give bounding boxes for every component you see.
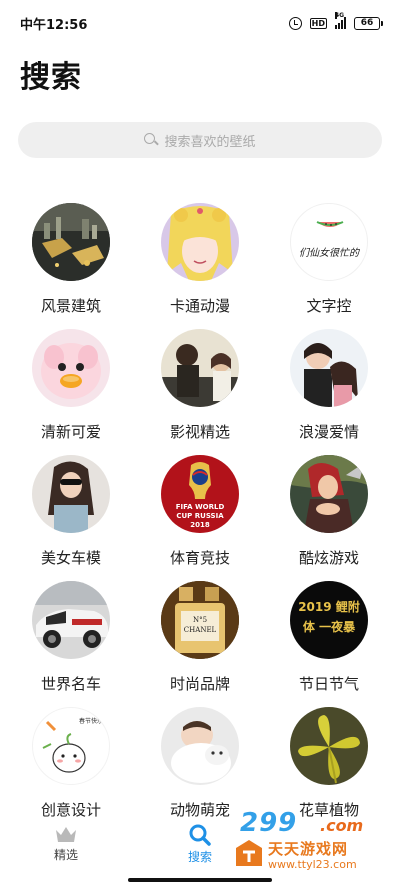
category-item-romance[interactable]: 浪漫爱情 bbox=[269, 329, 389, 442]
category-item-famous-cars[interactable]: 世界名车 bbox=[11, 581, 131, 694]
category-thumbnail: 2019 鲤附体 一夜暴 bbox=[290, 581, 368, 659]
category-thumbnail: N°5 CHANEL bbox=[161, 581, 239, 659]
category-label: 动物萌宠 bbox=[169, 801, 230, 819]
alarm-icon bbox=[288, 16, 302, 30]
status-time: 中午12:56 bbox=[20, 17, 88, 33]
page-title: 搜索 bbox=[20, 60, 82, 95]
category-thumbnail bbox=[32, 203, 110, 281]
status-icons: HD 4G 66 bbox=[288, 12, 383, 30]
category-item-model[interactable]: 美女车模 bbox=[11, 455, 131, 568]
status-bar: 中午12:56 HD 4G 66 bbox=[0, 0, 400, 46]
category-label: 体育竞技 bbox=[169, 549, 230, 567]
signal-icon: 4G bbox=[335, 12, 346, 29]
category-thumbnail: FIFA WORLD CUP RUSSIA 2018 bbox=[161, 455, 239, 533]
category-thumbnail bbox=[161, 329, 239, 407]
category-item-fresh-cute[interactable]: 清新可爱 bbox=[11, 329, 131, 442]
crown-icon bbox=[56, 827, 76, 842]
watermark-number: 299 bbox=[240, 808, 298, 838]
category-item-cartoon[interactable]: 卡通动漫 bbox=[140, 203, 260, 316]
search-placeholder: 搜索喜欢的壁纸 bbox=[164, 134, 256, 150]
category-thumbnail bbox=[32, 455, 110, 533]
category-label: 世界名车 bbox=[40, 675, 101, 693]
category-label: 卡通动漫 bbox=[169, 297, 230, 315]
category-label: 清新可爱 bbox=[40, 423, 101, 441]
category-item-sports[interactable]: FIFA WORLD CUP RUSSIA 2018 体育竞技 bbox=[140, 455, 260, 568]
category-thumbnail: 们仙女很忙的 bbox=[290, 203, 368, 281]
category-thumbnail bbox=[32, 329, 110, 407]
thumbnail-text: 2019 鲤附体 一夜暴 bbox=[298, 600, 360, 634]
category-item-festival[interactable]: 2019 鲤附体 一夜暴 节日节气 bbox=[269, 581, 389, 694]
category-thumbnail bbox=[161, 707, 239, 785]
category-label: 美女车模 bbox=[40, 549, 101, 567]
category-label: 节日节气 bbox=[298, 675, 359, 693]
watermark-name: 天天游戏网 bbox=[268, 840, 349, 858]
category-label: 时尚品牌 bbox=[169, 675, 230, 693]
category-thumbnail bbox=[290, 455, 368, 533]
category-item-creative[interactable]: 春节快乐 创意设计 bbox=[11, 707, 131, 820]
category-label: 影视精选 bbox=[169, 423, 230, 441]
watermark-logo-icon bbox=[236, 840, 262, 866]
tab-featured[interactable]: 精选 bbox=[0, 820, 132, 872]
category-thumbnail: 春节快乐 bbox=[32, 707, 110, 785]
watermark: 299 .com 天天游戏网 www.ttyl23.com bbox=[236, 808, 396, 878]
category-item-fashion[interactable]: N°5 CHANEL 时尚品牌 bbox=[140, 581, 260, 694]
category-label: 创意设计 bbox=[40, 801, 101, 819]
watermark-com: .com bbox=[320, 816, 364, 835]
category-thumbnail bbox=[290, 329, 368, 407]
category-item-text[interactable]: 们仙女很忙的 文字控 bbox=[269, 203, 389, 316]
category-item-film[interactable]: 影视精选 bbox=[140, 329, 260, 442]
search-icon bbox=[144, 133, 158, 147]
thumbnail-text: 们仙女很忙的 bbox=[299, 248, 359, 259]
category-label: 风景建筑 bbox=[40, 297, 101, 315]
category-label: 浪漫爱情 bbox=[298, 423, 359, 441]
search-input[interactable]: 搜索喜欢的壁纸 bbox=[18, 122, 382, 158]
search-icon bbox=[189, 824, 211, 846]
watermark-url: www.ttyl23.com bbox=[268, 858, 357, 871]
category-thumbnail bbox=[161, 203, 239, 281]
tab-label: 搜索 bbox=[187, 850, 212, 864]
category-thumbnail bbox=[290, 707, 368, 785]
category-item-games[interactable]: 酷炫游戏 bbox=[269, 455, 389, 568]
category-item-scenery[interactable]: 风景建筑 bbox=[11, 203, 131, 316]
category-item-pets[interactable]: 动物萌宠 bbox=[140, 707, 260, 820]
thumbnail-text: N°5 CHANEL bbox=[183, 616, 217, 634]
category-label: 文字控 bbox=[306, 297, 352, 315]
network-type: 4G bbox=[335, 12, 345, 19]
category-label: 酷炫游戏 bbox=[298, 549, 359, 567]
thumbnail-text: 春节快乐 bbox=[79, 718, 104, 725]
tab-label: 精选 bbox=[53, 848, 78, 862]
category-item-plants[interactable]: 花草植物 bbox=[269, 707, 389, 820]
category-thumbnail bbox=[32, 581, 110, 659]
hd-icon: HD bbox=[309, 17, 327, 29]
thumbnail-text: FIFA WORLD CUP RUSSIA 2018 bbox=[175, 503, 225, 529]
battery-icon: 66 bbox=[354, 16, 383, 30]
home-indicator bbox=[128, 878, 272, 882]
